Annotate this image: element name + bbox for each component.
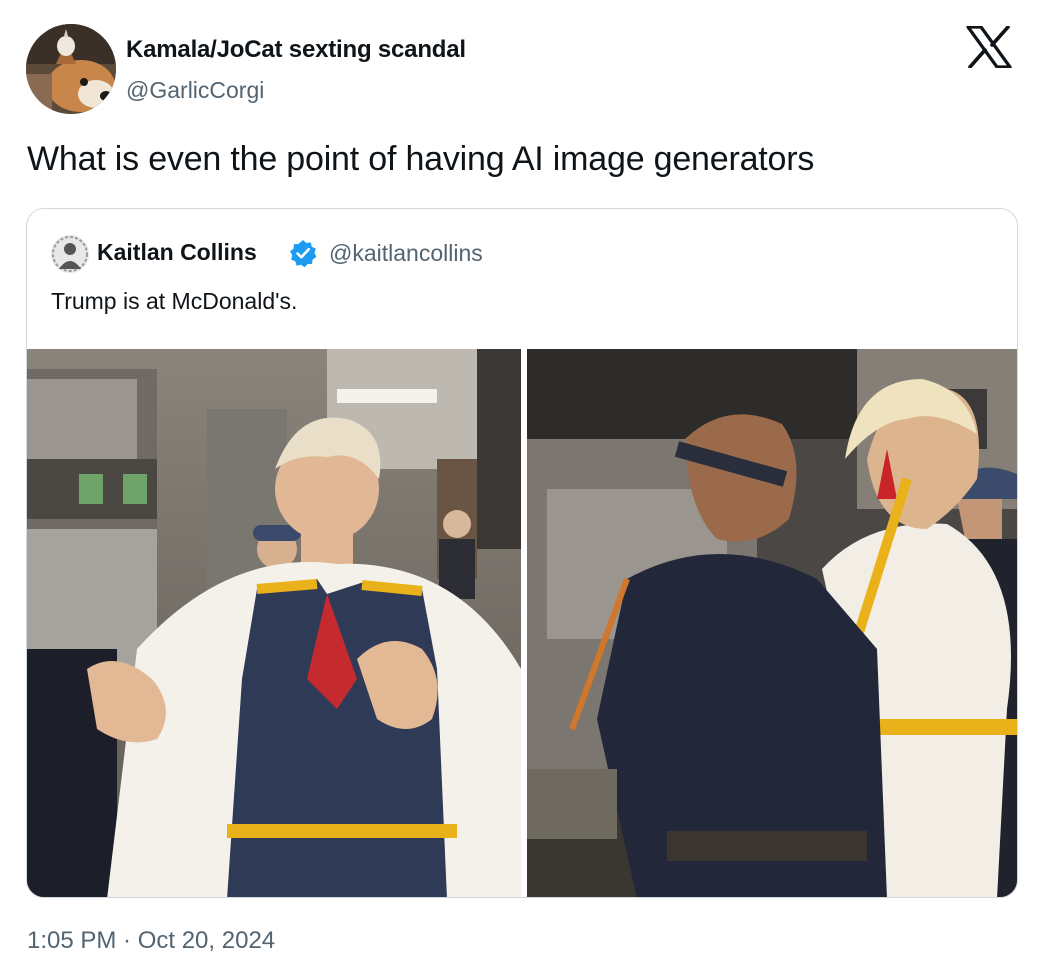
corgi-avatar-icon (26, 24, 116, 114)
tweet-text: What is even the point of having AI imag… (27, 140, 815, 178)
quoted-text: Trump is at McDonald's. (51, 288, 298, 314)
author-handle[interactable]: @GarlicCorgi (126, 77, 264, 104)
tweet-card: Kamala/JoCat sexting scandal @GarlicCorg… (0, 0, 1046, 972)
photo-kitchen-left-icon (27, 349, 521, 897)
quoted-handle[interactable]: @kaitlancollins (329, 240, 483, 267)
verified-badge-icon (289, 239, 317, 268)
author-avatar[interactable] (26, 24, 116, 114)
author-display-name[interactable]: Kamala/JoCat sexting scandal (126, 36, 466, 64)
x-logo-icon[interactable] (966, 25, 1012, 69)
tweet-timestamp[interactable]: 1:05 PM · Oct 20, 2024 (27, 927, 275, 955)
photo-kitchen-right-icon (527, 349, 1017, 897)
media-photo-left[interactable] (27, 349, 521, 897)
quoted-author-avatar[interactable] (51, 235, 89, 273)
media-photo-right[interactable] (527, 349, 1017, 897)
quoted-display-name[interactable]: Kaitlan Collins (97, 239, 257, 266)
person-avatar-icon (51, 235, 89, 273)
quoted-tweet[interactable]: Kaitlan Collins @kaitlancollins Trump is… (26, 208, 1018, 898)
